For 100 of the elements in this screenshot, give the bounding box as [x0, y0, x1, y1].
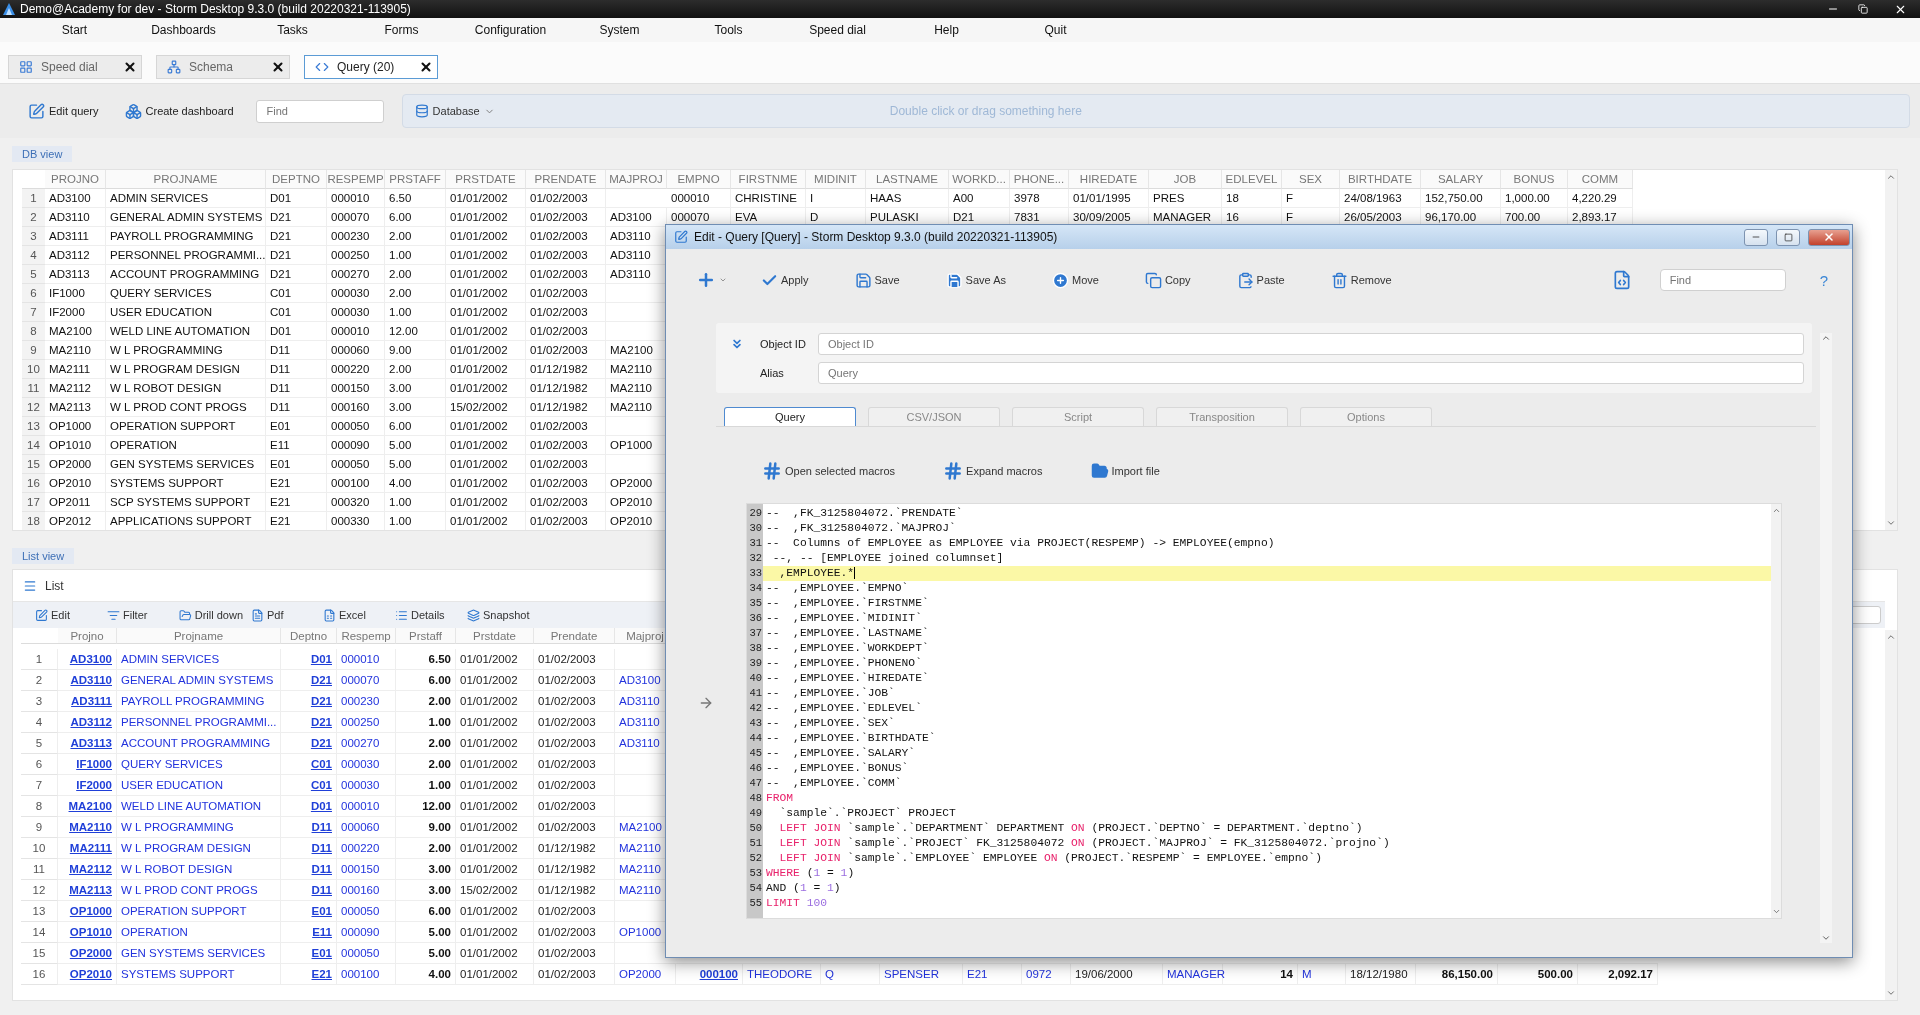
- minimize-button[interactable]: [1744, 228, 1768, 246]
- column-header[interactable]: LASTNAME: [866, 170, 949, 189]
- toolbar-button[interactable]: Edit: [31, 608, 103, 622]
- input-field[interactable]: Object ID: [818, 333, 1804, 355]
- menu-item[interactable]: Dashboards: [129, 23, 238, 37]
- toolbar-button[interactable]: Snapshot: [463, 608, 535, 622]
- table-link[interactable]: MA2113: [58, 880, 117, 901]
- input-field[interactable]: Query: [818, 362, 1804, 384]
- column-header[interactable]: SEX: [1282, 170, 1340, 189]
- close-icon[interactable]: [419, 60, 433, 74]
- scroll-up-icon[interactable]: [1771, 506, 1781, 515]
- action-button[interactable]: Import file: [1086, 459, 1164, 483]
- table-link[interactable]: E11: [281, 922, 337, 943]
- database-dropdown[interactable]: Database: [414, 104, 495, 118]
- tab[interactable]: Query (20): [304, 55, 438, 79]
- close-icon[interactable]: [271, 60, 285, 74]
- column-header[interactable]: MAJPROJ: [606, 170, 667, 189]
- table-link[interactable]: D21: [281, 733, 337, 754]
- column-header[interactable]: Deptno: [281, 628, 337, 644]
- table-link[interactable]: C01: [281, 775, 337, 796]
- column-header[interactable]: DEPTNO: [266, 170, 327, 189]
- column-header[interactable]: PROJNO: [45, 170, 106, 189]
- table-link[interactable]: E01: [281, 943, 337, 964]
- toolbar-button[interactable]: Paste: [1232, 269, 1289, 291]
- column-header[interactable]: PROJNAME: [106, 170, 266, 189]
- toolbar-button[interactable]: Excel: [319, 608, 391, 622]
- tab[interactable]: Speed dial: [8, 55, 142, 79]
- column-header[interactable]: HIREDATE: [1069, 170, 1149, 189]
- scrollbar[interactable]: [1885, 630, 1897, 1000]
- menu-icon[interactable]: [23, 578, 37, 593]
- column-header[interactable]: PHONE...: [1010, 170, 1069, 189]
- toolbar-button[interactable]: Save: [850, 269, 904, 291]
- table-link[interactable]: D01: [281, 796, 337, 817]
- toolbar-button[interactable]: Save As: [941, 269, 1010, 291]
- tab[interactable]: Query: [724, 407, 856, 426]
- table-link[interactable]: D21: [281, 712, 337, 733]
- table-link[interactable]: OP2010: [58, 964, 117, 985]
- menu-item[interactable]: Start: [20, 23, 129, 37]
- toolbar-button[interactable]: Details: [391, 608, 463, 622]
- toolbar-button[interactable]: Copy: [1140, 269, 1195, 291]
- menu-item[interactable]: Configuration: [456, 23, 565, 37]
- scroll-down-icon[interactable]: [1771, 907, 1781, 916]
- column-header[interactable]: MIDINIT: [806, 170, 866, 189]
- column-header[interactable]: Prendate: [534, 628, 615, 644]
- column-header[interactable]: PRENDATE: [526, 170, 606, 189]
- action-button[interactable]: Expand macros: [939, 459, 1047, 483]
- action-button[interactable]: Open selected macros: [758, 459, 900, 483]
- toolbar-button[interactable]: Remove: [1326, 269, 1396, 291]
- table-link[interactable]: AD3100: [58, 649, 117, 670]
- table-link[interactable]: AD3112: [58, 712, 117, 733]
- table-link[interactable]: AD3111: [58, 691, 117, 712]
- scroll-down-icon[interactable]: [1886, 518, 1896, 528]
- table-link[interactable]: C01: [281, 754, 337, 775]
- menu-item[interactable]: Tools: [674, 23, 783, 37]
- menu-item[interactable]: Tasks: [238, 23, 347, 37]
- scrollbar[interactable]: [1885, 170, 1897, 530]
- column-header[interactable]: RESPEMP: [327, 170, 385, 189]
- scrollbar[interactable]: [1820, 333, 1832, 943]
- table-link[interactable]: E01: [281, 901, 337, 922]
- column-header[interactable]: JOB: [1149, 170, 1222, 189]
- code-editor[interactable]: [746, 503, 1782, 919]
- table-link[interactable]: 000100: [676, 964, 743, 985]
- scroll-up-icon[interactable]: [1821, 333, 1831, 343]
- menu-item[interactable]: Help: [892, 23, 1001, 37]
- scroll-up-icon[interactable]: [1886, 632, 1896, 642]
- drop-zone[interactable]: Database Double click or drag something here: [401, 94, 1910, 128]
- column-header[interactable]: PRSTAFF: [385, 170, 446, 189]
- menu-item[interactable]: Forms: [347, 23, 456, 37]
- table-link[interactable]: D11: [281, 859, 337, 880]
- table-link[interactable]: MA2111: [58, 838, 117, 859]
- table-link[interactable]: D21: [281, 691, 337, 712]
- column-header[interactable]: PRSTDATE: [446, 170, 526, 189]
- table-link[interactable]: OP1010: [58, 922, 117, 943]
- column-header[interactable]: WORKD...: [949, 170, 1010, 189]
- table-link[interactable]: OP2000: [58, 943, 117, 964]
- column-header[interactable]: Respemp: [337, 628, 396, 644]
- column-header[interactable]: BIRTHDATE: [1340, 170, 1421, 189]
- view-label[interactable]: DB view: [12, 146, 73, 162]
- table-link[interactable]: D01: [281, 649, 337, 670]
- view-label[interactable]: List view: [12, 548, 75, 564]
- scroll-down-icon[interactable]: [1821, 933, 1831, 943]
- menu-item[interactable]: Speed dial: [783, 23, 892, 37]
- column-header[interactable]: Projname: [117, 628, 281, 644]
- toolbar-button[interactable]: Pdf: [247, 608, 319, 622]
- table-link[interactable]: MA2112: [58, 859, 117, 880]
- tab[interactable]: Schema: [156, 55, 290, 79]
- toolbar-button[interactable]: Create dashboard: [120, 100, 238, 122]
- column-header[interactable]: Projno: [58, 628, 117, 644]
- toolbar-button[interactable]: Filter: [103, 608, 175, 622]
- toolbar-button[interactable]: Apply: [757, 269, 813, 291]
- scroll-down-icon[interactable]: [1886, 988, 1896, 998]
- column-header[interactable]: EDLEVEL: [1222, 170, 1282, 189]
- table-link[interactable]: OP1000: [58, 901, 117, 922]
- menu-item[interactable]: System: [565, 23, 674, 37]
- toolbar-button[interactable]: Drill down: [175, 608, 247, 622]
- column-header[interactable]: COMM: [1568, 170, 1633, 189]
- column-header[interactable]: Prstdate: [456, 628, 534, 644]
- search-field[interactable]: Find: [255, 99, 384, 123]
- search-field[interactable]: Find: [1659, 269, 1786, 291]
- column-header[interactable]: SALARY: [1421, 170, 1501, 189]
